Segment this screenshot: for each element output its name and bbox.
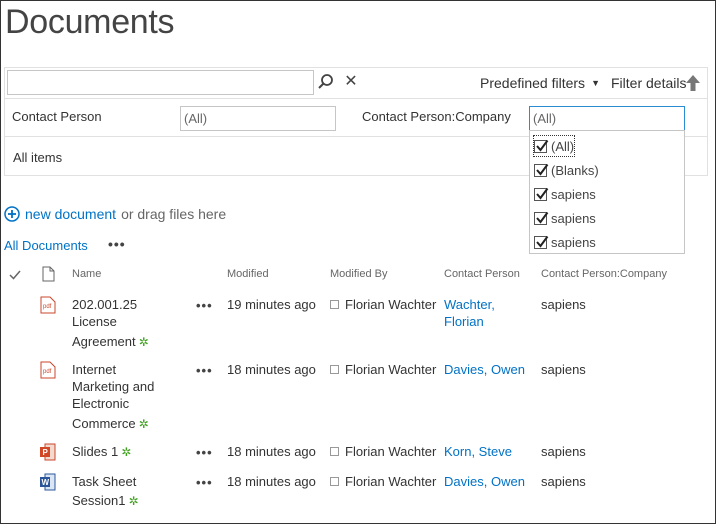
predefined-filters-dropdown[interactable]: Predefined filters ▼ <box>480 75 600 91</box>
search-icon[interactable] <box>317 73 335 91</box>
modified-value: 18 minutes ago <box>227 474 316 489</box>
more-options-icon[interactable]: ••• <box>196 363 213 378</box>
document-name[interactable]: License <box>72 313 149 330</box>
presence-icon[interactable] <box>330 477 339 486</box>
more-options-icon[interactable]: ••• <box>196 298 213 313</box>
checkbox-checked-icon[interactable] <box>534 187 549 201</box>
modified-by-value[interactable]: Florian Wachter <box>345 362 436 377</box>
dropdown-option[interactable]: sapiens <box>534 184 596 204</box>
pdf-icon[interactable]: pdf <box>40 296 56 314</box>
header-name[interactable]: Name <box>72 268 101 280</box>
page-title: Documents <box>5 3 175 41</box>
dropdown-option[interactable]: (Blanks) <box>534 160 599 180</box>
svg-text:pdf: pdf <box>43 369 52 375</box>
company-value: sapiens <box>541 474 586 489</box>
new-document-link[interactable]: new document <box>25 206 116 222</box>
header-modified[interactable]: Modified <box>227 268 269 280</box>
contact-person-link[interactable]: Florian <box>444 313 495 330</box>
dropdown-option[interactable]: sapiens <box>534 208 596 228</box>
close-icon[interactable]: ✕ <box>342 73 360 91</box>
new-badge-icon: ✲ <box>128 494 139 508</box>
document-name[interactable]: Session1 <box>72 493 125 508</box>
modified-value: 19 minutes ago <box>227 297 316 312</box>
contact-person-filter-label: Contact Person <box>12 109 102 124</box>
company-value: sapiens <box>541 362 586 377</box>
document-name[interactable]: Internet <box>72 361 154 378</box>
dropdown-option-label: sapiens <box>551 210 596 226</box>
new-document-command: new document or drag files here <box>4 206 226 222</box>
contact-person-link[interactable]: Davies, Owen <box>444 473 525 490</box>
modified-by-value[interactable]: Florian Wachter <box>345 444 436 459</box>
document-name[interactable]: Marketing and <box>72 378 154 395</box>
chevron-down-icon: ▼ <box>591 78 600 88</box>
company-value: sapiens <box>541 297 586 312</box>
modified-by-value[interactable]: Florian Wachter <box>345 474 436 489</box>
dropdown-option-label: (All) <box>551 138 575 154</box>
drag-files-text: or drag files here <box>121 206 227 222</box>
items-label: All items <box>13 150 63 165</box>
dropdown-option[interactable]: sapiens <box>534 232 596 252</box>
contact-person-link[interactable]: Davies, Owen <box>444 361 525 378</box>
checkbox-checked-icon[interactable] <box>534 211 549 225</box>
view-selector[interactable]: All Documents <box>4 238 88 253</box>
search-input[interactable] <box>7 70 314 95</box>
company-value: sapiens <box>541 444 586 459</box>
filter-details-button[interactable]: Filter details <box>611 75 686 91</box>
modified-value: 18 minutes ago <box>227 362 316 377</box>
document-name[interactable]: 202.001.25 <box>72 296 149 313</box>
svg-text:P: P <box>43 448 49 457</box>
svg-text:pdf: pdf <box>43 304 52 310</box>
contact-person-link[interactable]: Wachter, <box>444 296 495 313</box>
document-name[interactable]: Task Sheet <box>72 473 139 490</box>
company-filter-dropdown: (All) (Blanks) sapiens sapiens sapiens <box>529 130 685 254</box>
header-contact-person[interactable]: Contact Person <box>444 268 520 280</box>
view-more-icon[interactable]: ••• <box>108 236 126 252</box>
presence-icon[interactable] <box>330 447 339 456</box>
new-badge-icon: ✲ <box>121 445 132 459</box>
new-badge-icon: ✲ <box>138 335 149 349</box>
powerpoint-icon[interactable]: P <box>40 443 56 461</box>
document-icon <box>42 266 55 282</box>
more-options-icon[interactable]: ••• <box>196 445 213 460</box>
document-name[interactable]: Agreement <box>72 334 136 349</box>
presence-icon[interactable] <box>330 365 339 374</box>
checkmark-icon[interactable] <box>9 268 21 280</box>
checkbox-checked-icon[interactable] <box>534 235 549 249</box>
checkbox-checked-icon[interactable] <box>534 163 549 177</box>
checkbox-checked-icon[interactable] <box>534 139 549 153</box>
presence-icon[interactable] <box>330 300 339 309</box>
dropdown-option-label: (Blanks) <box>551 162 599 178</box>
dropdown-option-label: sapiens <box>551 186 596 202</box>
document-name[interactable]: Slides 1 <box>72 444 118 459</box>
word-icon[interactable]: W <box>40 473 56 491</box>
modified-by-value[interactable]: Florian Wachter <box>345 297 436 312</box>
arrow-up-icon[interactable] <box>684 74 702 92</box>
dropdown-option-label: sapiens <box>551 234 596 250</box>
filter-toolbar: ✕ Predefined filters ▼ Filter details <box>5 68 707 99</box>
document-name[interactable]: Commerce <box>72 416 136 431</box>
header-modified-by[interactable]: Modified By <box>330 268 387 280</box>
more-options-icon[interactable]: ••• <box>196 475 213 490</box>
contact-person-filter-input[interactable]: (All) <box>180 106 336 131</box>
company-filter-input[interactable]: (All) <box>529 106 685 131</box>
contact-person-link[interactable]: Korn, Steve <box>444 443 512 460</box>
dropdown-option[interactable]: (All) <box>532 135 576 157</box>
svg-text:W: W <box>42 478 50 487</box>
predefined-filters-label: Predefined filters <box>480 75 586 91</box>
document-name[interactable]: Electronic <box>72 395 154 412</box>
company-filter-label: Contact Person:Company <box>362 109 511 124</box>
modified-value: 18 minutes ago <box>227 444 316 459</box>
add-circle-icon[interactable] <box>4 206 20 222</box>
header-company[interactable]: Contact Person:Company <box>541 268 667 280</box>
pdf-icon[interactable]: pdf <box>40 361 56 379</box>
new-badge-icon: ✲ <box>138 417 149 431</box>
